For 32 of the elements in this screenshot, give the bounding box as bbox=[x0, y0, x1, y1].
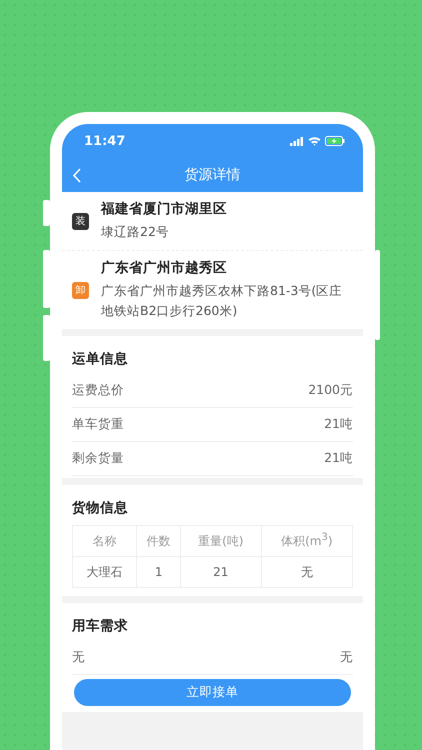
accept-order-button[interactable]: 立即接单 bbox=[74, 679, 351, 706]
table-header: 重量(吨) bbox=[180, 526, 262, 556]
battery-icon bbox=[325, 136, 345, 146]
row-label: 运费总价 bbox=[72, 382, 124, 399]
table-cell: 大理石 bbox=[72, 556, 137, 588]
section-title: 运单信息 bbox=[72, 350, 129, 369]
table-cell: 1 bbox=[136, 556, 180, 588]
signal-icon bbox=[290, 136, 304, 146]
row-value: 21吨 bbox=[324, 450, 353, 467]
table-cell: 21 bbox=[180, 556, 262, 588]
section-title: 用车需求 bbox=[72, 617, 129, 636]
row-value: 21吨 bbox=[324, 416, 353, 433]
address-city: 福建省厦门市湖里区 bbox=[101, 200, 227, 218]
address-city: 广东省广州市越秀区 bbox=[101, 259, 228, 277]
page-title: 货源详情 bbox=[184, 166, 240, 184]
table-cell: 无 bbox=[261, 556, 352, 588]
table-header: 件数 bbox=[136, 526, 180, 556]
row-value: 无 bbox=[340, 649, 353, 666]
table-header: 名称 bbox=[72, 526, 137, 556]
address-tag: 装 bbox=[72, 212, 89, 230]
row-label: 无 bbox=[72, 649, 85, 666]
address-detail: 埭辽路22号 bbox=[101, 223, 170, 241]
address-detail: 广东省广州市越秀区农林下路81-3号(区庄地铁站B2口步行260米) bbox=[101, 282, 344, 320]
row-label: 单车货重 bbox=[72, 416, 124, 433]
address-tag: 卸 bbox=[72, 282, 89, 298]
section-title: 货物信息 bbox=[72, 499, 129, 518]
status-time: 11:47 bbox=[84, 134, 126, 148]
row-value: 2100元 bbox=[308, 382, 353, 399]
row-label: 剩余货量 bbox=[72, 450, 124, 467]
table-header: 体积(m$^{3}$) bbox=[261, 526, 352, 556]
back-icon[interactable] bbox=[72, 168, 82, 183]
wifi-icon bbox=[308, 136, 321, 146]
